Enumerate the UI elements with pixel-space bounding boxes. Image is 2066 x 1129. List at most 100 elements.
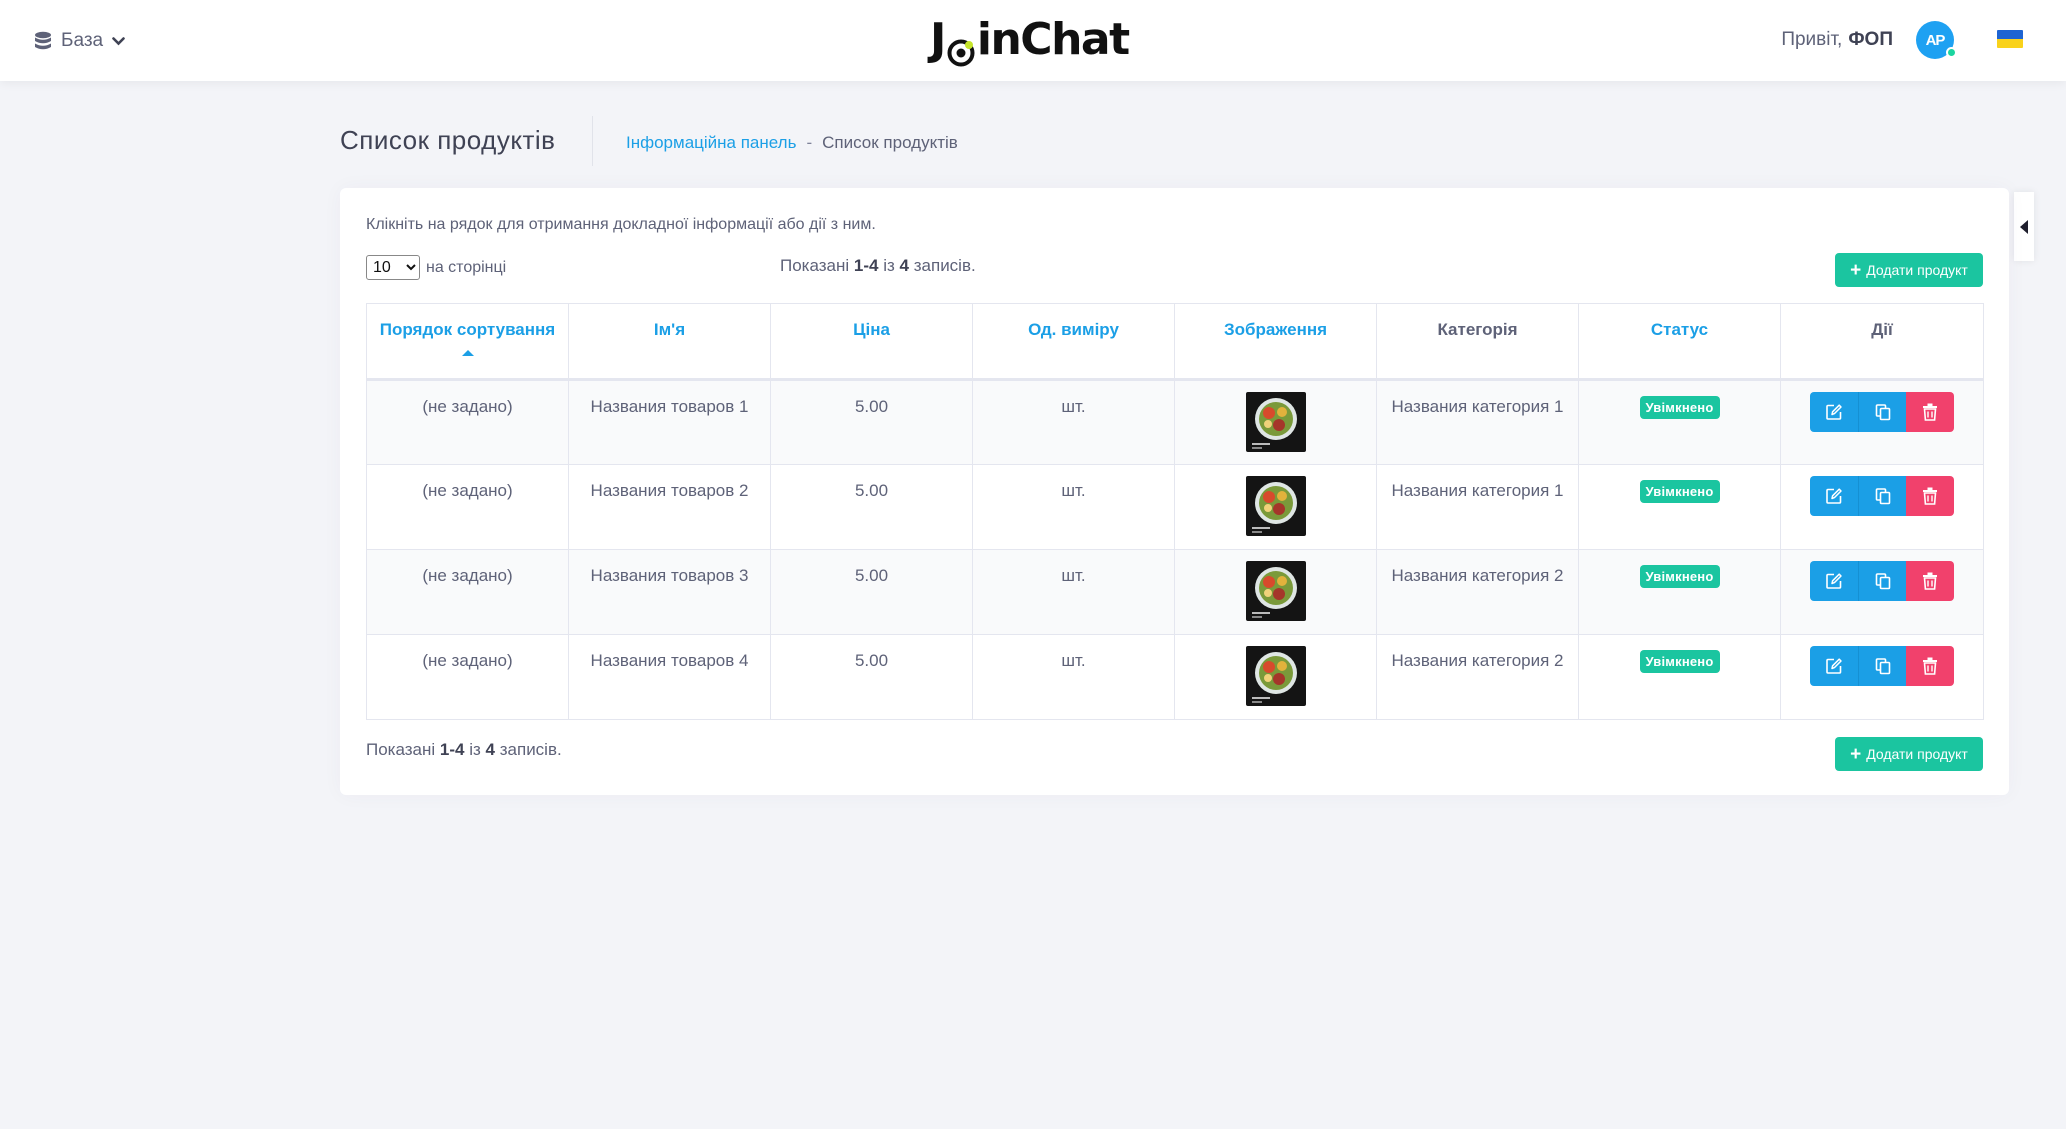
cell-price: 5.00 — [770, 549, 973, 635]
table-row[interactable]: (не задано) Названия товаров 3 5.00 шт. … — [366, 549, 1984, 635]
cell-image — [1174, 549, 1377, 635]
trash-icon — [1923, 572, 1937, 590]
column-header-unit[interactable]: Од. виміру — [972, 303, 1175, 381]
add-product-button[interactable]: + Додати продукт — [1835, 253, 1983, 287]
cell-actions — [1780, 464, 1984, 550]
product-thumbnail[interactable] — [1245, 476, 1306, 536]
summary-range: 1-4 — [853, 256, 879, 275]
cell-sort-order: (не задано) — [366, 464, 569, 550]
subheader-divider — [592, 116, 593, 166]
records-summary-bottom: Показані 1-4 із 4 записів. — [366, 740, 562, 760]
status-badge: Увімкнено — [1639, 650, 1720, 673]
row-actions — [1810, 561, 1954, 601]
product-name: Названия товаров 4 — [590, 651, 749, 670]
cell-category: Названия категория 1 — [1376, 379, 1579, 465]
per-page-control: 10 на сторінці — [366, 255, 506, 280]
per-page-select[interactable]: 10 — [366, 255, 420, 280]
copy-button[interactable] — [1858, 561, 1906, 601]
copy-button[interactable] — [1858, 476, 1906, 516]
edit-icon — [1826, 658, 1842, 674]
joinchat-logo[interactable]: J inChat — [930, 13, 1130, 67]
status-badge: Увімкнено — [1639, 480, 1720, 503]
product-unit: шт. — [1061, 566, 1086, 585]
product-thumbnail[interactable] — [1245, 646, 1306, 706]
column-header-actions: Дії — [1780, 303, 1984, 381]
ukraine-flag-icon[interactable] — [1997, 30, 2023, 48]
product-thumbnail[interactable] — [1245, 392, 1306, 452]
cell-status: Увімкнено — [1578, 549, 1781, 635]
edit-button[interactable] — [1810, 476, 1858, 516]
edit-icon — [1826, 404, 1842, 420]
delete-button[interactable] — [1906, 646, 1954, 686]
products-table: Порядок сортування Ім'я Ціна Од. виміру … — [366, 303, 1984, 720]
logo-target-icon — [946, 28, 976, 67]
summary-suffix: записів. — [913, 256, 976, 275]
logo-text-start: J — [930, 13, 946, 65]
greeting-username: ФОП — [1848, 29, 1893, 50]
column-label: Од. виміру — [1028, 320, 1119, 339]
delete-button[interactable] — [1906, 392, 1954, 432]
summary-mid: із — [469, 740, 481, 759]
column-label: Категорія — [1437, 320, 1518, 339]
sort-asc-icon — [461, 350, 474, 356]
edit-icon — [1826, 573, 1842, 589]
add-product-label: Додати продукт — [1866, 746, 1968, 762]
row-actions — [1810, 392, 1954, 432]
database-menu-label: База — [61, 30, 104, 51]
trash-icon — [1923, 487, 1937, 505]
product-category: Названия категория 1 — [1391, 481, 1564, 500]
table-row[interactable]: (не задано) Названия товаров 1 5.00 шт. … — [366, 379, 1984, 465]
column-header-sort-order[interactable]: Порядок сортування — [366, 303, 569, 381]
table-row[interactable]: (не задано) Названия товаров 2 5.00 шт. … — [366, 464, 1984, 550]
product-name: Названия товаров 2 — [590, 481, 749, 500]
row-actions — [1810, 646, 1954, 686]
cell-unit: шт. — [972, 379, 1175, 465]
product-thumbnail[interactable] — [1245, 561, 1306, 621]
cell-unit: шт. — [972, 549, 1175, 635]
cell-price: 5.00 — [770, 634, 973, 720]
plus-icon: + — [1850, 259, 1862, 281]
edit-button[interactable] — [1810, 392, 1858, 432]
column-header-price[interactable]: Ціна — [770, 303, 973, 381]
product-unit: шт. — [1061, 397, 1086, 416]
column-header-name[interactable]: Ім'я — [568, 303, 771, 381]
cell-category: Названия категория 2 — [1376, 549, 1579, 635]
summary-prefix: Показані — [366, 740, 436, 759]
column-label: Зображення — [1223, 320, 1328, 339]
top-bar: База J inChat Привіт, ФОП AP — [0, 0, 2066, 81]
online-status-dot — [1946, 47, 1957, 58]
sort-order-value: (не задано) — [422, 481, 513, 500]
column-label: Порядок сортування — [379, 320, 556, 339]
greeting-prefix: Привіт, — [1781, 29, 1843, 50]
chevron-down-icon — [112, 36, 125, 46]
caret-left-icon — [2020, 219, 2028, 234]
avatar-initials: AP — [1925, 31, 1946, 49]
database-menu[interactable]: База — [34, 26, 125, 56]
cell-status: Увімкнено — [1578, 379, 1781, 465]
copy-button[interactable] — [1858, 646, 1906, 686]
edit-icon — [1826, 488, 1842, 504]
product-category: Названия категория 1 — [1391, 397, 1564, 416]
page-title: Список продуктів — [340, 125, 556, 155]
cell-unit: шт. — [972, 634, 1175, 720]
edit-button[interactable] — [1810, 561, 1858, 601]
delete-button[interactable] — [1906, 476, 1954, 516]
user-greeting[interactable]: Привіт, ФОП — [1781, 25, 1893, 55]
breadcrumb-dashboard-link[interactable]: Інформаційна панель — [626, 133, 796, 153]
product-name: Названия товаров 1 — [590, 397, 749, 416]
row-actions — [1810, 476, 1954, 516]
side-panel-toggle[interactable] — [2014, 192, 2034, 261]
delete-button[interactable] — [1906, 561, 1954, 601]
column-header-status[interactable]: Статус — [1578, 303, 1781, 381]
summary-mid: із — [883, 256, 895, 275]
column-header-image[interactable]: Зображення — [1174, 303, 1377, 381]
summary-total: 4 — [899, 256, 909, 275]
product-price: 5.00 — [854, 397, 889, 416]
cell-actions — [1780, 549, 1984, 635]
copy-button[interactable] — [1858, 392, 1906, 432]
add-product-button-bottom[interactable]: + Додати продукт — [1835, 737, 1983, 771]
breadcrumb-separator: - — [806, 133, 813, 152]
edit-button[interactable] — [1810, 646, 1858, 686]
product-unit: шт. — [1061, 651, 1086, 670]
table-row[interactable]: (не задано) Названия товаров 4 5.00 шт. … — [366, 634, 1984, 720]
